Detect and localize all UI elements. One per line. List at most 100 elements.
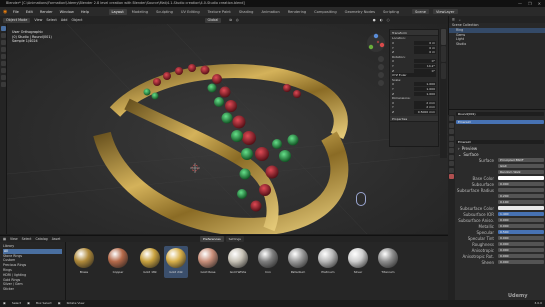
asset-tile[interactable]: Gold White [226, 248, 250, 274]
move-tool-icon[interactable] [1, 40, 6, 45]
asset-tile[interactable]: Copper [106, 248, 130, 274]
menu-file[interactable]: File [11, 10, 20, 14]
orientation-selector[interactable]: Global [204, 17, 222, 23]
catalog-item[interactable]: Sticker [3, 287, 62, 292]
shading-rendered-icon[interactable]: ○ [387, 18, 390, 22]
rotation-mode-select[interactable]: XYZ Euler [392, 73, 436, 78]
field-value[interactable]: 0.100 [498, 199, 544, 205]
field-value[interactable]: 0.000 [498, 217, 544, 223]
field-value[interactable]: 0.000 [498, 253, 544, 259]
tab-modeling[interactable]: Modeling [129, 9, 151, 15]
proportional-edit-icon[interactable]: ◎ [236, 18, 239, 22]
snap-icon[interactable]: ⧉ [229, 18, 231, 22]
editor-type-icon[interactable]: ▦ [3, 237, 6, 241]
maximize-button[interactable]: ❐ [528, 1, 532, 6]
field-value[interactable]: 0.000 [498, 259, 544, 265]
measure-tool-icon[interactable] [1, 75, 6, 80]
tab-view[interactable] [441, 63, 446, 79]
tab-animation[interactable]: Animation [258, 9, 282, 15]
render-tab-icon[interactable] [449, 122, 454, 128]
annotate-tool-icon[interactable] [1, 68, 6, 73]
menu-view[interactable]: View [34, 18, 42, 22]
minimize-button[interactable]: — [518, 1, 522, 6]
material-slot[interactable]: Emerald [456, 119, 544, 125]
outliner-row[interactable]: Studio [449, 42, 545, 47]
field-value[interactable]: 0.000 [498, 223, 544, 229]
asset-tile-selected[interactable]: Gold 24k [164, 246, 188, 278]
output-tab-icon[interactable] [449, 129, 454, 135]
tab-item[interactable] [441, 29, 446, 45]
modifier-tab-icon[interactable] [449, 154, 454, 160]
asset-menu-view[interactable]: View [10, 237, 18, 241]
asset-menu-select[interactable]: Select [22, 237, 32, 241]
tab-geometry-nodes[interactable]: Geometry Nodes [342, 9, 378, 15]
asset-tile[interactable]: Titanium [376, 248, 400, 274]
add-cube-tool-icon[interactable] [1, 82, 6, 87]
scene-selector[interactable]: Scene [411, 9, 429, 14]
pan-icon[interactable] [378, 64, 384, 70]
outliner-icon[interactable]: ☰ [452, 18, 455, 22]
shading-solid-icon[interactable]: ● [373, 18, 376, 22]
properties-section-header[interactable]: Properties [390, 116, 438, 123]
navigation-gizmo[interactable] [366, 33, 386, 53]
close-button[interactable]: ✕ [538, 1, 541, 6]
asset-tile[interactable]: Brass [72, 248, 96, 274]
tab-scripting[interactable]: Scripting [380, 9, 402, 15]
asset-tile[interactable]: Platinum [316, 248, 340, 274]
outliner-search-icon[interactable]: ⌕ [459, 18, 461, 22]
data-tab-icon[interactable] [449, 167, 454, 173]
scale-tool-icon[interactable] [1, 54, 6, 59]
field-value[interactable]: 0.200 [498, 193, 544, 199]
view-layer-selector[interactable]: ViewLayer [432, 9, 458, 14]
surface-shader-select[interactable]: Principled BSDF [498, 157, 544, 163]
distribution-select[interactable]: GGX [498, 163, 544, 169]
material-name-field[interactable]: Emerald [456, 139, 544, 145]
scene-tab-icon[interactable] [449, 135, 454, 141]
subsurface-color-swatch[interactable] [498, 205, 544, 211]
rotation-y-field[interactable]: 14.2° [414, 64, 436, 69]
field-value[interactable]: 0.000 [498, 235, 544, 241]
blender-logo-icon[interactable]: ◉ [3, 9, 7, 15]
field-value[interactable] [498, 187, 544, 193]
rotation-x-field[interactable]: 0° [414, 59, 436, 64]
menu-select[interactable]: Select [46, 18, 56, 22]
menu-window[interactable]: Window [58, 10, 75, 14]
tab-layout[interactable]: Layout [108, 8, 127, 15]
field-value[interactable]: 0.000 [498, 181, 544, 187]
menu-object[interactable]: Object [71, 18, 82, 22]
3d-cursor-icon[interactable] [190, 163, 200, 173]
location-y-field[interactable]: 0 m [414, 45, 436, 50]
asset-tile[interactable]: Silver [346, 248, 370, 274]
field-value[interactable]: 1.400 [498, 211, 544, 217]
object-name-field[interactable]: Round(001) [456, 111, 544, 117]
asset-menu-asset[interactable]: Asset [52, 237, 61, 241]
tab-rendering[interactable]: Rendering [285, 9, 309, 15]
material-tab-icon[interactable] [449, 173, 454, 179]
asset-tile[interactable]: Gold 18k [138, 248, 162, 274]
menu-add[interactable]: Add [61, 18, 68, 22]
constraint-tab-icon[interactable] [449, 161, 454, 167]
dimension-y-field[interactable]: 2 mm [414, 105, 436, 110]
menu-render[interactable]: Render [38, 10, 54, 14]
base-color-swatch[interactable] [498, 175, 544, 181]
shading-material-icon[interactable]: ◐ [380, 18, 383, 22]
asset-tile[interactable]: Iron [256, 248, 280, 274]
asset-tile[interactable]: Palladium [286, 248, 310, 274]
location-x-field[interactable]: 0 m [414, 41, 436, 46]
tab-tool[interactable] [441, 46, 446, 62]
tab-compositing[interactable]: Compositing [311, 9, 340, 15]
tab-texture-paint[interactable]: Texture Paint [205, 9, 234, 15]
cursor-tool-icon[interactable] [1, 33, 6, 38]
field-value[interactable]: 0.000 [498, 247, 544, 253]
asset-menu-catalog[interactable]: Catalog [35, 237, 47, 241]
tab-sculpting[interactable]: Sculpting [153, 9, 176, 15]
select-box-tool-icon[interactable] [1, 26, 6, 31]
scale-y-field[interactable]: 1.000 [414, 87, 436, 92]
asset-tile[interactable]: Gold Rose [196, 248, 220, 274]
scale-x-field[interactable]: 1.000 [414, 82, 436, 87]
subsurface-method-select[interactable]: Random Walk [498, 169, 544, 175]
menu-edit[interactable]: Edit [24, 10, 34, 14]
object-tab-icon[interactable] [449, 148, 454, 154]
ortho-toggle-icon[interactable] [378, 80, 384, 86]
mode-selector[interactable]: Object Mode [3, 17, 31, 23]
